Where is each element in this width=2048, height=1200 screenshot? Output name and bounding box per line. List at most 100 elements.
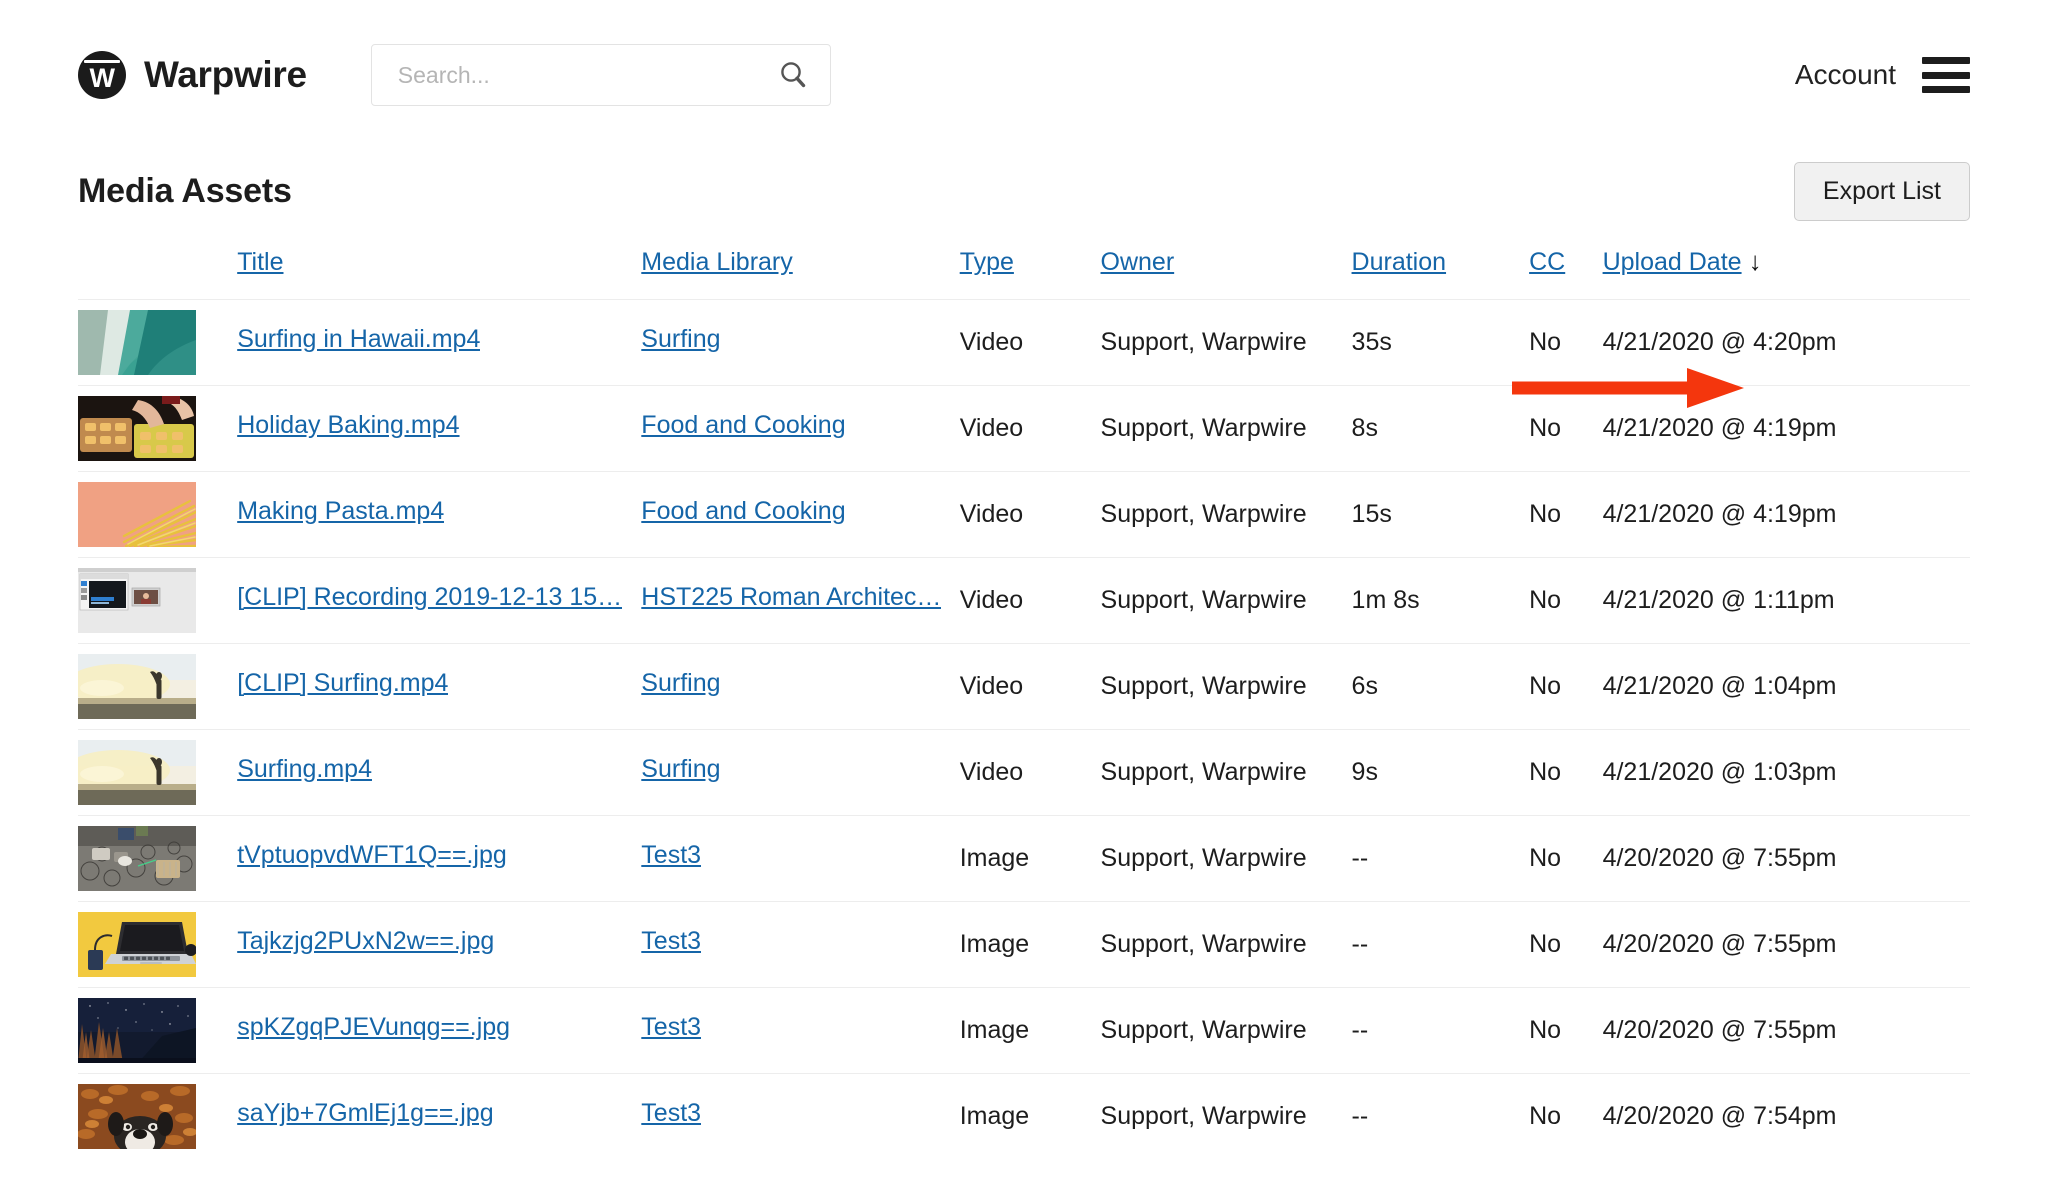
account-link[interactable]: Account (1795, 59, 1896, 91)
thumbnail-surfer-sunset-silhouette[interactable] (78, 740, 196, 805)
column-header-owner[interactable]: Owner (1101, 232, 1352, 300)
row-type-cell: Video (960, 730, 1101, 816)
table-row[interactable]: spKZgqPJEVunqg==.jpg Test3 Image Support… (78, 988, 1970, 1074)
media-library-link[interactable]: Surfing (641, 669, 720, 698)
row-library-cell[interactable]: Test3 (641, 1074, 959, 1160)
thumbnail-night-sky-forest[interactable] (78, 998, 196, 1063)
media-library-link[interactable]: Food and Cooking (641, 497, 845, 526)
table-row[interactable]: saYjb+7GmlEj1g==.jpg Test3 Image Support… (78, 1074, 1970, 1160)
row-library-cell[interactable]: Test3 (641, 988, 959, 1074)
sort-by-title-link[interactable]: Title (237, 248, 283, 276)
thumbnail-aerial-ocean-wave[interactable] (78, 310, 196, 375)
media-title-link[interactable]: saYjb+7GmlEj1g==.jpg (237, 1099, 493, 1128)
row-library-cell[interactable]: Test3 (641, 902, 959, 988)
table-row[interactable]: Surfing.mp4 Surfing Video Support, Warpw… (78, 730, 1970, 816)
row-title-cell[interactable]: [CLIP] Recording 2019-12-13 15… (237, 558, 641, 644)
row-thumbnail-cell[interactable] (78, 902, 237, 988)
row-thumbnail-cell[interactable] (78, 558, 237, 644)
row-thumbnail-cell[interactable] (78, 472, 237, 558)
table-row[interactable]: Holiday Baking.mp4 Food and Cooking Vide… (78, 386, 1970, 472)
row-title-cell[interactable]: Making Pasta.mp4 (237, 472, 641, 558)
row-thumbnail-cell[interactable] (78, 644, 237, 730)
row-date-cell: 4/20/2020 @ 7:55pm (1603, 988, 1970, 1074)
media-library-link[interactable]: Test3 (641, 927, 701, 956)
media-library-link[interactable]: Food and Cooking (641, 411, 845, 440)
row-title-cell[interactable]: Surfing in Hawaii.mp4 (237, 300, 641, 386)
thumbnail-dog-in-leaves[interactable] (78, 1084, 196, 1149)
media-library-link[interactable]: Test3 (641, 841, 701, 870)
row-library-cell[interactable]: Surfing (641, 300, 959, 386)
row-owner-cell: Support, Warpwire (1101, 902, 1352, 988)
sort-by-type-link[interactable]: Type (960, 248, 1014, 276)
row-title-cell[interactable]: saYjb+7GmlEj1g==.jpg (237, 1074, 641, 1160)
row-library-cell[interactable]: HST225 Roman Architec… (641, 558, 959, 644)
media-cc-value: No (1529, 328, 1561, 356)
column-header-duration[interactable]: Duration (1352, 232, 1530, 300)
row-title-cell[interactable]: Surfing.mp4 (237, 730, 641, 816)
media-library-link[interactable]: Surfing (641, 325, 720, 354)
row-thumbnail-cell[interactable] (78, 730, 237, 816)
sort-by-upload-date-link[interactable]: Upload Date (1603, 248, 1742, 276)
column-header-media-library[interactable]: Media Library (641, 232, 959, 300)
media-title-link[interactable]: spKZgqPJEVunqg==.jpg (237, 1013, 510, 1042)
row-title-cell[interactable]: Holiday Baking.mp4 (237, 386, 641, 472)
table-row[interactable]: Making Pasta.mp4 Food and Cooking Video … (78, 472, 1970, 558)
row-title-cell[interactable]: Tajkzjg2PUxN2w==.jpg (237, 902, 641, 988)
sort-by-owner-link[interactable]: Owner (1101, 248, 1175, 276)
media-title-link[interactable]: Making Pasta.mp4 (237, 497, 444, 526)
row-thumbnail-cell[interactable] (78, 1074, 237, 1160)
row-duration-cell: 6s (1352, 644, 1530, 730)
media-library-link[interactable]: HST225 Roman Architec… (641, 583, 941, 612)
row-library-cell[interactable]: Test3 (641, 816, 959, 902)
row-date-cell: 4/20/2020 @ 7:54pm (1603, 1074, 1970, 1160)
thumbnail-laptop-on-yellow[interactable] (78, 912, 196, 977)
row-date-cell: 4/20/2020 @ 7:55pm (1603, 902, 1970, 988)
hamburger-menu-icon[interactable] (1922, 57, 1970, 93)
media-duration-value: 6s (1352, 672, 1378, 700)
media-library-link[interactable]: Surfing (641, 755, 720, 784)
brand-logo[interactable]: W Warpwire (78, 51, 307, 99)
row-thumbnail-cell[interactable] (78, 300, 237, 386)
column-header-type[interactable]: Type (960, 232, 1101, 300)
media-library-link[interactable]: Test3 (641, 1099, 701, 1128)
row-library-cell[interactable]: Surfing (641, 730, 959, 816)
row-title-cell[interactable]: tVptuopvdWFT1Q==.jpg (237, 816, 641, 902)
row-thumbnail-cell[interactable] (78, 386, 237, 472)
row-library-cell[interactable]: Food and Cooking (641, 472, 959, 558)
sort-by-cc-link[interactable]: CC (1529, 248, 1565, 276)
thumbnail-surfer-sunset-silhouette[interactable] (78, 654, 196, 719)
media-library-link[interactable]: Test3 (641, 1013, 701, 1042)
thumbnail-screen-recording-window[interactable] (78, 568, 196, 633)
media-title-link[interactable]: [CLIP] Recording 2019-12-13 15… (237, 583, 622, 612)
thumbnail-bicycle-pile[interactable] (78, 826, 196, 891)
media-title-link[interactable]: Surfing.mp4 (237, 755, 372, 784)
table-row[interactable]: [CLIP] Recording 2019-12-13 15… HST225 R… (78, 558, 1970, 644)
thumbnail-spaghetti-on-peach[interactable] (78, 482, 196, 547)
media-title-link[interactable]: Holiday Baking.mp4 (237, 411, 459, 440)
column-header-title[interactable]: Title (237, 232, 641, 300)
sort-by-duration-link[interactable]: Duration (1352, 248, 1447, 276)
media-title-link[interactable]: Tajkzjg2PUxN2w==.jpg (237, 927, 494, 956)
table-row[interactable]: Surfing in Hawaii.mp4 Surfing Video Supp… (78, 300, 1970, 386)
row-title-cell[interactable]: [CLIP] Surfing.mp4 (237, 644, 641, 730)
column-header-cc[interactable]: CC (1529, 232, 1602, 300)
row-library-cell[interactable]: Food and Cooking (641, 386, 959, 472)
table-row[interactable]: Tajkzjg2PUxN2w==.jpg Test3 Image Support… (78, 902, 1970, 988)
media-title-link[interactable]: [CLIP] Surfing.mp4 (237, 669, 448, 698)
table-row[interactable]: tVptuopvdWFT1Q==.jpg Test3 Image Support… (78, 816, 1970, 902)
media-title-link[interactable]: tVptuopvdWFT1Q==.jpg (237, 841, 507, 870)
search-icon[interactable] (778, 60, 808, 90)
media-title-link[interactable]: Surfing in Hawaii.mp4 (237, 325, 480, 354)
column-header-upload-date[interactable]: Upload Date↓ (1603, 232, 1970, 300)
export-list-button[interactable]: Export List (1794, 162, 1970, 221)
search-box[interactable] (371, 44, 831, 106)
table-row[interactable]: [CLIP] Surfing.mp4 Surfing Video Support… (78, 644, 1970, 730)
row-thumbnail-cell[interactable] (78, 988, 237, 1074)
search-input[interactable] (396, 61, 778, 90)
row-library-cell[interactable]: Surfing (641, 644, 959, 730)
row-title-cell[interactable]: spKZgqPJEVunqg==.jpg (237, 988, 641, 1074)
row-type-cell: Image (960, 816, 1101, 902)
row-thumbnail-cell[interactable] (78, 816, 237, 902)
thumbnail-baking-tray-hands[interactable] (78, 396, 196, 461)
sort-by-media-library-link[interactable]: Media Library (641, 248, 792, 276)
